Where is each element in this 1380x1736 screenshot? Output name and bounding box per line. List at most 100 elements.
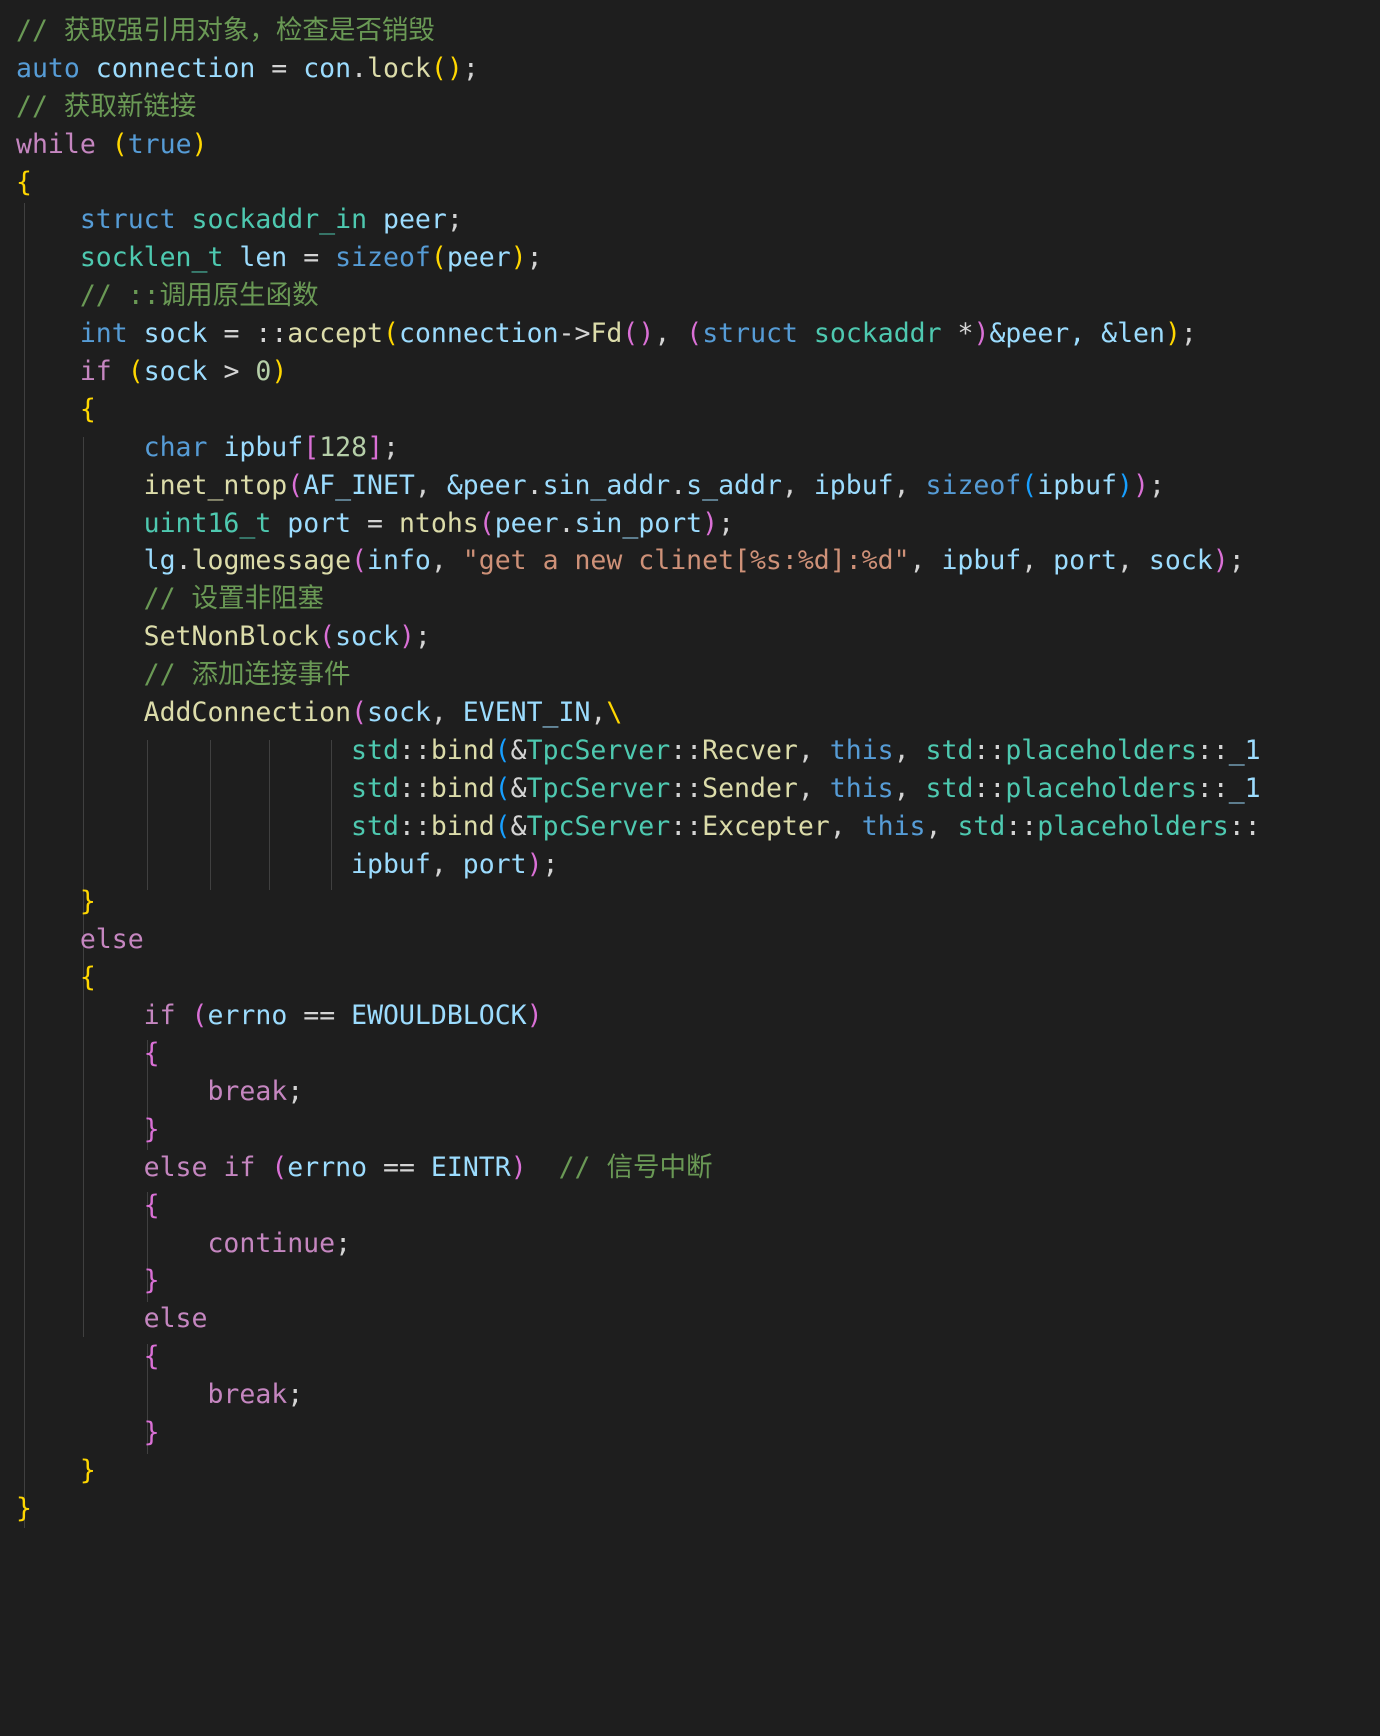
code-line[interactable]: struct sockaddr_in peer; — [0, 201, 1380, 239]
code-token: -> — [558, 318, 591, 350]
code-line[interactable]: { — [0, 959, 1380, 997]
code-token: bind — [430, 810, 495, 842]
code-token: ; — [526, 242, 543, 274]
code-line[interactable]: inet_ntop(AF_INET, &peer.sin_addr.s_addr… — [0, 467, 1380, 505]
code-token: ) — [271, 356, 288, 388]
code-line[interactable]: } — [0, 1414, 1380, 1452]
code-token: { — [79, 393, 96, 425]
code-token: , — [781, 469, 814, 501]
code-line[interactable]: } — [0, 1452, 1380, 1490]
code-line[interactable]: SetNonBlock(sock); — [0, 618, 1380, 656]
code-content[interactable]: // 获取强引用对象，检查是否销毁 auto connection = con.l… — [0, 12, 1380, 1528]
code-line[interactable]: char ipbuf[128]; — [0, 429, 1380, 467]
code-token: , — [430, 697, 463, 729]
code-line[interactable]: ipbuf, port); — [0, 846, 1380, 884]
code-line[interactable]: AddConnection(sock, EVENT_IN,\ — [0, 694, 1380, 732]
code-line[interactable]: } — [0, 1111, 1380, 1149]
code-token: . — [558, 507, 575, 539]
code-line[interactable]: std::bind(&TpcServer::Sender, this, std:… — [0, 770, 1380, 808]
code-line[interactable]: else — [0, 921, 1380, 959]
code-token: ( — [127, 356, 144, 388]
code-line[interactable]: } — [0, 1490, 1380, 1528]
code-token: this — [829, 734, 894, 766]
code-line[interactable]: std::bind(&TpcServer::Excepter, this, st… — [0, 808, 1380, 846]
code-token: & — [510, 734, 527, 766]
code-line[interactable]: auto connection = con.lock(); — [0, 50, 1380, 88]
code-line[interactable]: { — [0, 391, 1380, 429]
code-token: , — [893, 734, 926, 766]
code-token: sizeof — [925, 469, 1022, 501]
code-line[interactable]: continue; — [0, 1225, 1380, 1263]
code-token: // ::调用原生函数 — [79, 280, 319, 312]
code-line[interactable]: // 获取强引用对象，检查是否销毁 — [0, 12, 1380, 50]
code-token: // 获取新链接 — [16, 90, 197, 122]
code-line[interactable]: } — [0, 883, 1380, 921]
code-token: &peer — [446, 469, 527, 501]
code-token: , — [430, 545, 463, 577]
code-token: ( — [622, 318, 639, 350]
code-line[interactable]: int sock = ::accept(connection->Fd(), (s… — [0, 315, 1380, 353]
code-token: { — [79, 962, 96, 994]
code-line[interactable]: break; — [0, 1073, 1380, 1111]
code-token: sin_addr — [542, 469, 671, 501]
code-line[interactable]: lg.logmessage(info, "get a new clinet[%s… — [0, 542, 1380, 580]
code-token: , — [430, 848, 463, 880]
code-line[interactable]: if (sock > 0) — [0, 353, 1380, 391]
code-token: , — [797, 772, 830, 804]
code-token: :: — [670, 772, 703, 804]
code-token: == — [367, 1151, 431, 1183]
code-line[interactable]: else if (errno == EINTR) // 信号中断 — [0, 1149, 1380, 1187]
code-token: ( — [430, 242, 447, 274]
code-line[interactable]: if (errno == EWOULDBLOCK) — [0, 997, 1380, 1035]
code-token: ; — [287, 1075, 304, 1107]
code-line[interactable]: else — [0, 1300, 1380, 1338]
code-line[interactable]: { — [0, 1035, 1380, 1073]
code-line[interactable]: // ::调用原生函数 — [0, 277, 1380, 315]
code-line[interactable]: // 设置非阻塞 — [0, 580, 1380, 618]
code-line[interactable]: // 添加连接事件 — [0, 656, 1380, 694]
code-token: ; — [718, 507, 735, 539]
code-line[interactable]: // 获取新链接 — [0, 88, 1380, 126]
code-line[interactable]: { — [0, 1338, 1380, 1376]
code-token: ( — [494, 772, 511, 804]
code-line[interactable]: { — [0, 164, 1380, 202]
code-editor-viewport[interactable]: // 获取强引用对象，检查是否销毁 auto connection = con.l… — [0, 0, 1380, 1736]
code-line[interactable]: std::bind(&TpcServer::Recver, this, std:… — [0, 732, 1380, 770]
code-token: } — [79, 886, 96, 918]
code-token: errno — [207, 1000, 288, 1032]
code-token: ( — [271, 1151, 288, 1183]
code-token: std — [351, 810, 399, 842]
code-token: :: — [670, 810, 703, 842]
code-token: sock — [1148, 545, 1213, 577]
code-line[interactable]: break; — [0, 1376, 1380, 1414]
code-token: ) — [510, 242, 527, 274]
code-line[interactable]: while (true) — [0, 126, 1380, 164]
code-line[interactable]: } — [0, 1262, 1380, 1300]
code-token: == — [287, 1000, 352, 1032]
code-token: . — [351, 52, 368, 84]
code-token: ; — [462, 52, 479, 84]
code-line[interactable]: { — [0, 1187, 1380, 1225]
code-token: ( — [111, 128, 128, 160]
code-token: placeholders — [1037, 810, 1229, 842]
code-token: lg — [143, 545, 176, 577]
code-token: else — [143, 1151, 208, 1183]
code-token: , — [925, 810, 958, 842]
code-line[interactable]: uint16_t port = ntohs(peer.sin_port); — [0, 505, 1380, 543]
code-line[interactable]: socklen_t len = sizeof(peer); — [0, 239, 1380, 277]
code-token: std — [351, 734, 399, 766]
code-token: :: — [1005, 810, 1038, 842]
